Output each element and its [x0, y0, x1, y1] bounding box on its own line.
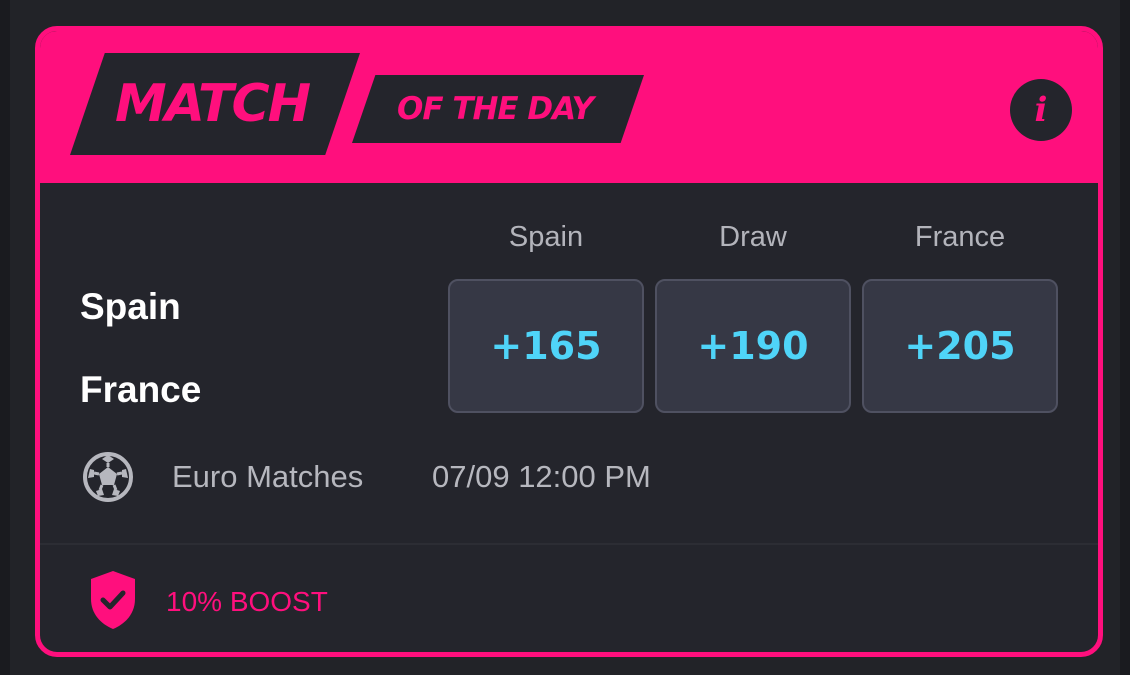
right-edge [1120, 0, 1130, 675]
match-of-the-day-card: MATCH OF THE DAY i Spain France Spain Dr… [35, 26, 1103, 657]
boost-label: 10% BOOST [166, 586, 328, 617]
league-name: Euro Matches [172, 459, 364, 494]
odds-label-away: France [914, 221, 1006, 253]
left-edge [0, 0, 10, 675]
odds-label-draw: Draw [719, 221, 787, 253]
odds-button-draw[interactable]: +190 [655, 279, 851, 413]
divider [40, 543, 1098, 545]
match-datetime: 07/09 12:00 PM [432, 459, 651, 494]
title-sub: OF THE DAY [397, 91, 594, 127]
info-icon[interactable]: i [1010, 79, 1072, 141]
soccer-ball-icon [83, 452, 133, 502]
card-header: MATCH OF THE DAY i [40, 31, 1098, 183]
odds-label-home: Spain [508, 221, 584, 253]
odds-button-home[interactable]: +165 [448, 279, 644, 413]
home-team-name: Spain [80, 286, 181, 327]
away-team-name: France [80, 369, 202, 410]
title-main: MATCH [115, 74, 311, 134]
odds-button-away[interactable]: +205 [862, 279, 1058, 413]
shield-check-icon [91, 571, 135, 629]
